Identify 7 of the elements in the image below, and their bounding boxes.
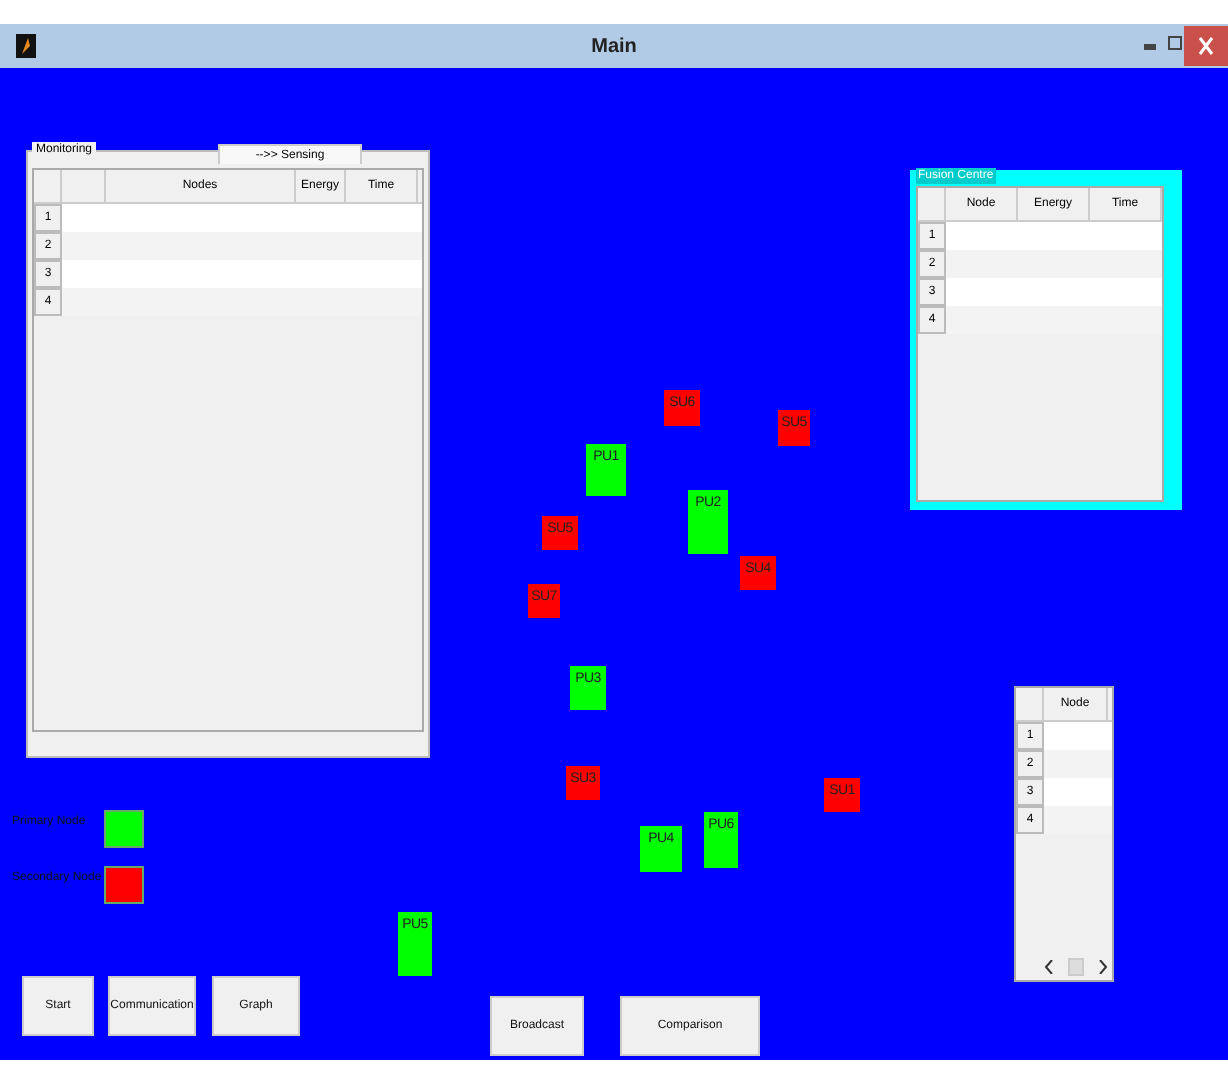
maximize-icon[interactable] — [1168, 36, 1182, 50]
close-icon[interactable] — [1184, 26, 1228, 66]
scroll-left-icon[interactable] — [1044, 959, 1054, 973]
scrollbar[interactable] — [1044, 956, 1108, 976]
window-title: Main — [591, 35, 637, 57]
app-icon — [16, 34, 36, 58]
scroll-right-icon[interactable] — [1098, 959, 1108, 973]
